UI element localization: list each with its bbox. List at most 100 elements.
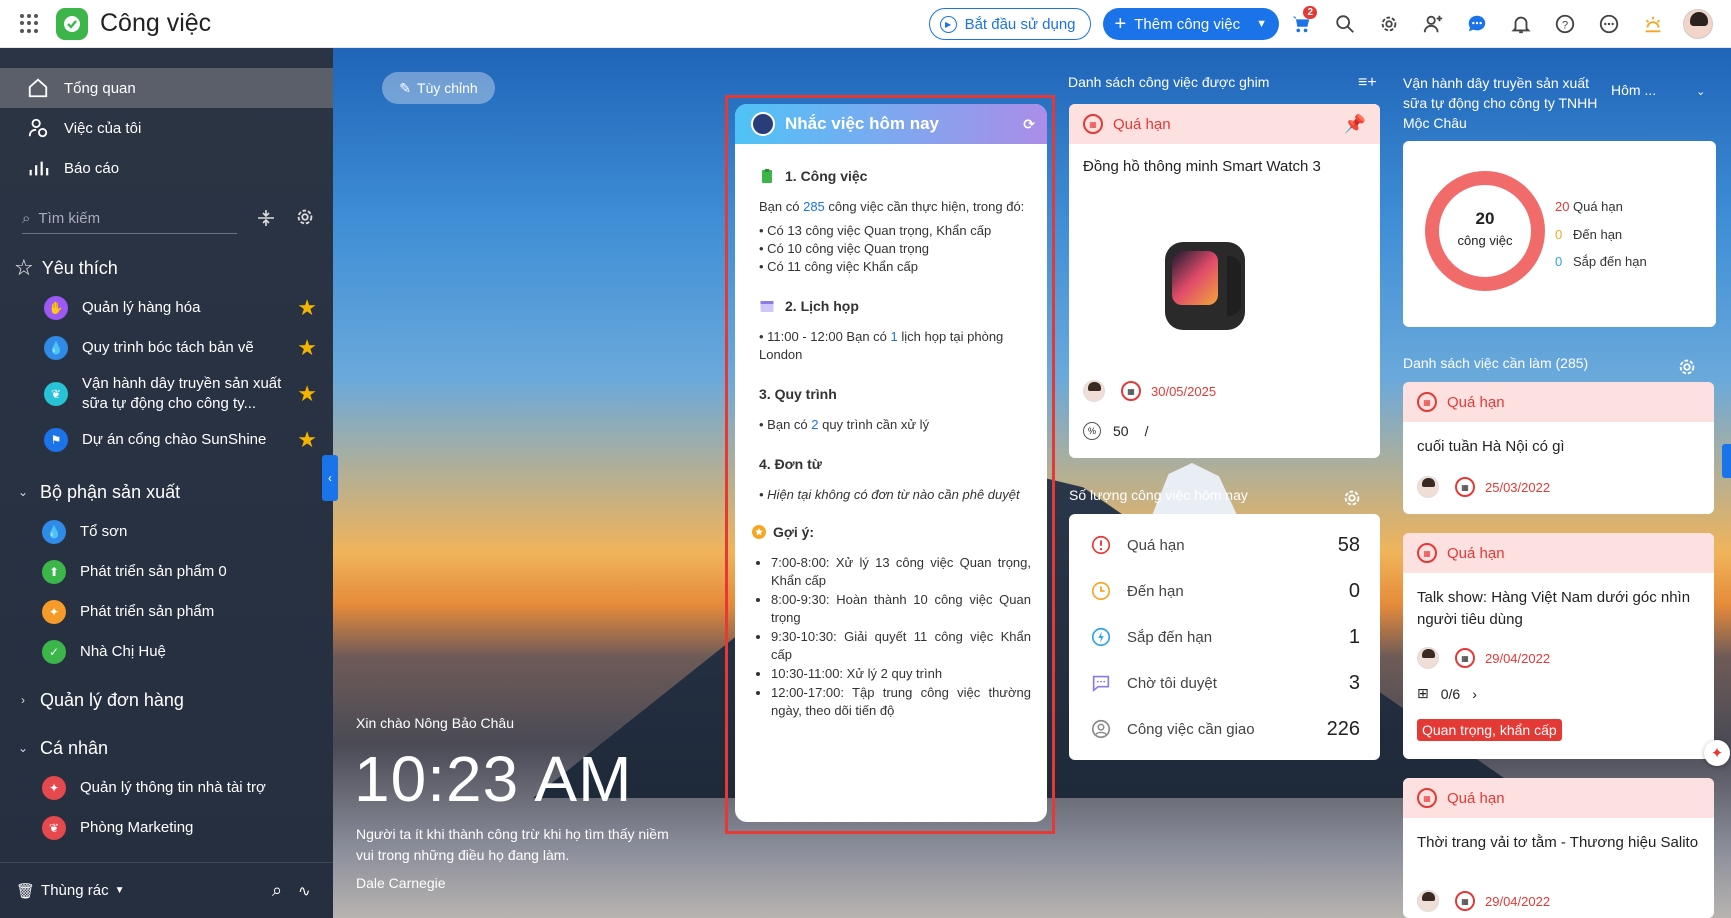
nav-reports[interactable]: Báo cáo [0, 148, 333, 188]
chevron-down-icon[interactable]: ▼ [115, 885, 125, 896]
product-image [1165, 242, 1245, 330]
customize-button[interactable]: ✎ Tùy chỉnh [382, 72, 495, 104]
sidebar-collapse-button[interactable]: ‹ [322, 455, 338, 501]
leaf-icon: ❦ [44, 382, 68, 406]
overdue-ring [1425, 171, 1545, 291]
nav-reports-label: Báo cáo [64, 159, 120, 177]
sun-icon[interactable] [1631, 8, 1675, 40]
activity-icon[interactable]: ∿ [298, 882, 311, 900]
pin-icon[interactable]: 📌 [1344, 114, 1366, 135]
user-check-icon [26, 116, 50, 140]
more-icon[interactable] [1587, 8, 1631, 40]
star-icon[interactable]: ★ [297, 335, 317, 361]
sidebar-item-fav-0[interactable]: ✋ Quản lý hàng hóa ★ [0, 288, 333, 328]
todo-card-2[interactable]: ▦ Quá hạn Thời trang vải tơ tằm - Thương … [1403, 778, 1714, 918]
priority-tag: Quan trọng, khẩn cấp [1417, 719, 1562, 741]
reminder-title: Nhắc việc hôm nay [785, 114, 940, 133]
drop-icon: 💧 [44, 336, 68, 360]
assignee-avatar [1417, 476, 1439, 498]
nav-overview[interactable]: Tổng quan [0, 68, 333, 108]
task-title: cuối tuần Hà Nội có gì [1417, 438, 1565, 455]
sidebar-item-fav-3[interactable]: ⚑ Dự án cổng chào SunShine ★ [0, 420, 333, 460]
count-row-overdue[interactable]: Quá hạn 58 [1069, 522, 1380, 568]
help-icon[interactable]: ? [1543, 8, 1587, 40]
star-icon[interactable]: ★ [297, 427, 317, 453]
tasks-breakdown: • Có 13 công việc Quan trọng, Khẩn cấp •… [759, 222, 1031, 276]
calendar-icon: ▦ [1455, 648, 1475, 668]
add-task-button[interactable]: + Thêm công việc ▼ [1102, 8, 1279, 40]
list-add-icon[interactable]: ≡+ [1358, 74, 1377, 92]
search-icon[interactable]: ⌕ [272, 880, 282, 901]
period-select[interactable]: Hôm ... ⌄ [1611, 82, 1705, 98]
count-row-upcoming[interactable]: Sắp đến hạn 1 [1069, 614, 1380, 660]
personal-title: Cá nhân [40, 737, 109, 758]
sidebar-settings-icon[interactable] [294, 206, 316, 228]
search-icon[interactable] [1323, 8, 1367, 40]
collapse-all-icon[interactable] [256, 208, 276, 228]
calendar-icon: ▦ [1417, 788, 1437, 808]
legend-label: Quá hạn [1573, 199, 1623, 214]
count-row-due[interactable]: Đến hạn 0 [1069, 568, 1380, 614]
gear-icon[interactable] [1367, 8, 1411, 40]
top-bar: Công việc ▶ Bắt đầu sử dụng + Thêm công … [0, 0, 1731, 48]
count-row-assign[interactable]: Công việc cần giao 226 [1069, 706, 1380, 752]
sidebar-item-prod-2[interactable]: ✦ Phát triển sản phẩm [0, 592, 333, 632]
todo-settings-icon[interactable] [1676, 356, 1698, 383]
todo-card-0[interactable]: ▦ Quá hạn cuối tuần Hà Nội có gì ▦ 25/03/… [1403, 382, 1714, 514]
apps-grid-icon[interactable] [20, 13, 40, 34]
subtask-row[interactable]: ⊞ 0/6 › [1417, 685, 1477, 702]
task-count-link[interactable]: 285 [803, 199, 825, 214]
sidebar-item-personal-0[interactable]: ✦ Quản lý thông tin nhà tài trợ [0, 768, 333, 808]
orders-section: › Quản lý đơn hàng [0, 680, 333, 720]
add-user-icon[interactable] [1411, 8, 1455, 40]
meeting-count-link[interactable]: 1 [891, 329, 898, 344]
sidebar-item-label: Nhà Chị Huệ [80, 642, 166, 660]
sidebar-item-prod-3[interactable]: ✓ Nhà Chị Huệ [0, 632, 333, 672]
due-date: 30/05/2025 [1151, 383, 1217, 399]
today-settings-icon[interactable] [1341, 487, 1363, 514]
orders-header[interactable]: › Quản lý đơn hàng [0, 680, 333, 720]
nav-my-tasks[interactable]: Việc của tôi [0, 108, 333, 148]
personal-header[interactable]: ⌄ Cá nhân [0, 728, 333, 768]
section-title: 1. Công việc [785, 168, 868, 184]
sidebar-item-personal-1[interactable]: ❦ Phòng Marketing [0, 808, 333, 848]
floating-star-button[interactable]: ✦ [1704, 740, 1730, 766]
favorites-header[interactable]: ☆ Yêu thích [0, 248, 333, 288]
app-logo [56, 7, 88, 40]
avatar[interactable] [1683, 9, 1713, 39]
right-panel-toggle[interactable] [1722, 444, 1731, 478]
today-counts-title: Số lượng công việc hôm nay [1069, 487, 1248, 503]
legend-num: 20 [1555, 199, 1570, 214]
pinned-task-card[interactable]: ▦ Quá hạn 📌 Đồng hồ thông minh Smart Wat… [1069, 104, 1380, 458]
drop-icon: 💧 [42, 520, 66, 544]
count-row-approval[interactable]: Chờ tôi duyệt 3 [1069, 660, 1380, 706]
bar-chart-icon [26, 156, 50, 180]
sidebar-item-fav-2[interactable]: ❦ Vận hành dây truyền sản xuất sữa tự độn… [0, 368, 333, 420]
start-guide-button[interactable]: ▶ Bắt đầu sử dụng [928, 8, 1091, 40]
suggestion-item: 10:30-11:00: Xử lý 2 quy trình [771, 665, 1031, 683]
quote-author: Dale Carnegie [356, 875, 446, 891]
orders-title: Quản lý đơn hàng [40, 689, 184, 710]
progress-value: 50 [1113, 423, 1129, 439]
section-title: 2. Lịch họp [785, 298, 859, 314]
bell-icon[interactable] [1499, 8, 1543, 40]
production-header[interactable]: ⌄ Bộ phận sản xuất [0, 472, 333, 512]
sidebar-item-fav-1[interactable]: 💧 Quy trình bóc tách bản vẽ ★ [0, 328, 333, 368]
todo-card-1[interactable]: ▦ Quá hạn Talk show: Hàng Việt Nam dưới g… [1403, 533, 1714, 759]
percent-icon: % [1083, 422, 1101, 440]
sidebar-item-prod-1[interactable]: ⬆ Phát triển sản phẩm 0 [0, 552, 333, 592]
chat-icon[interactable] [1455, 8, 1499, 40]
alert-icon [1089, 533, 1113, 557]
project-summary-card[interactable]: 20 công việc 20 Quá hạn 0 Đến hạn 0 Sắp đến… [1403, 141, 1716, 327]
trash-button[interactable]: Thùng rác [41, 882, 109, 899]
chevron-down-icon[interactable]: ▼ [1256, 18, 1267, 30]
cart-icon[interactable]: 2 [1279, 6, 1323, 40]
robot-icon [751, 112, 775, 136]
sidebar-search-input[interactable]: ⌕ Tìm kiếm [22, 204, 237, 234]
sidebar-item-prod-0[interactable]: 💧 Tổ sơn [0, 512, 333, 552]
search-icon: ⌕ [22, 210, 31, 227]
star-icon[interactable]: ★ [297, 295, 317, 321]
star-icon[interactable]: ★ [297, 381, 317, 407]
refresh-icon[interactable]: ⟳ [1023, 116, 1035, 133]
sidebar-item-label: Vận hành dây truyền sản xuất sữa tự động… [82, 374, 282, 412]
